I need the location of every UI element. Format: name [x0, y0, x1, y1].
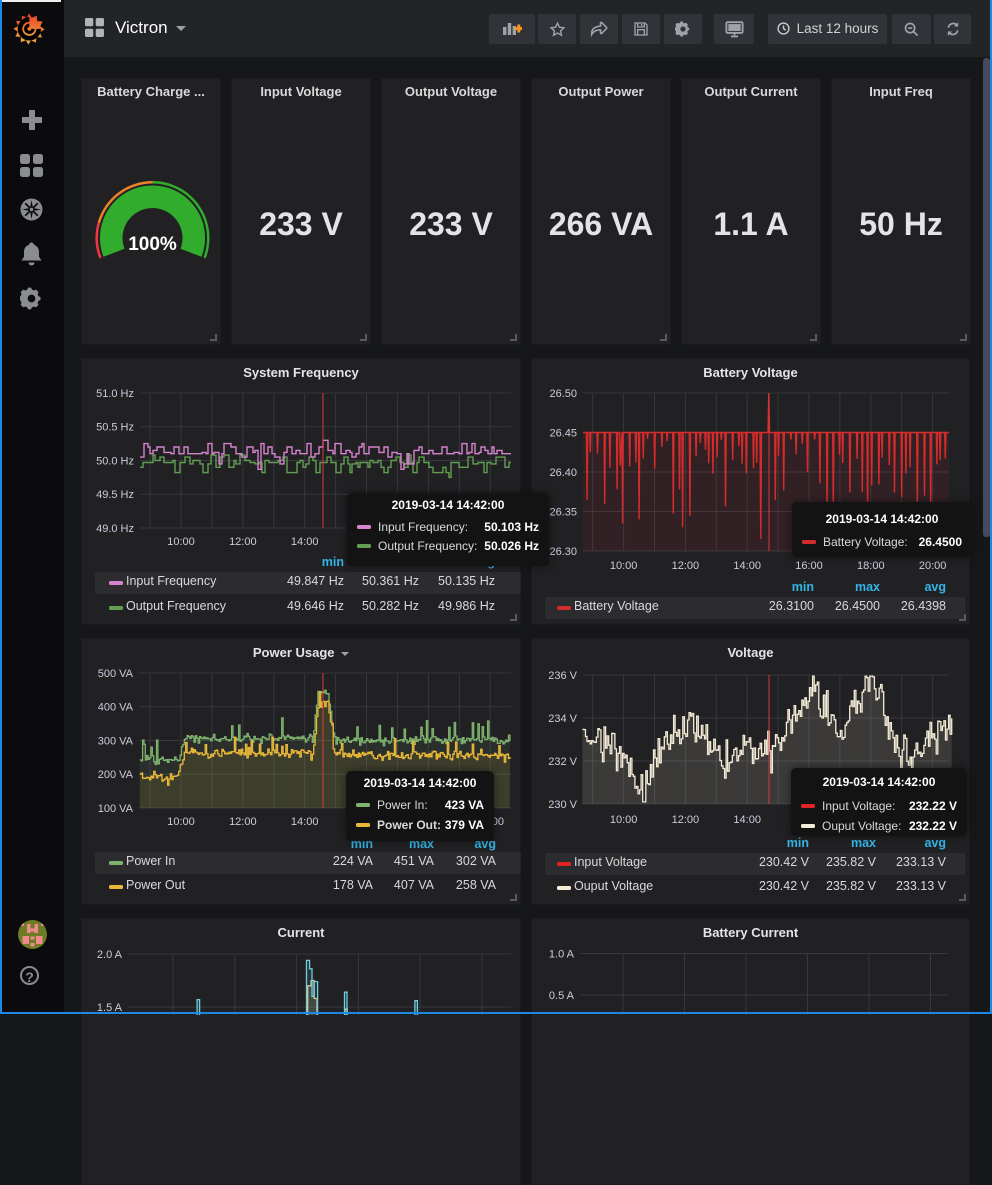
svg-text:10:00: 10:00	[610, 814, 638, 826]
svg-text:100 VA: 100 VA	[98, 803, 134, 815]
svg-text:230 V: 230 V	[548, 799, 577, 811]
svg-text:26.50: 26.50	[549, 388, 577, 400]
svg-text:300 VA: 300 VA	[98, 735, 134, 747]
svg-text:51.0 Hz: 51.0 Hz	[96, 388, 134, 400]
svg-text:232 V: 232 V	[548, 756, 577, 768]
svg-text:500 VA: 500 VA	[98, 668, 134, 680]
svg-text:49.5 Hz: 49.5 Hz	[96, 489, 134, 501]
svg-text:18:00: 18:00	[857, 560, 885, 572]
svg-text:10:00: 10:00	[167, 536, 195, 548]
svg-text:0.5 A: 0.5 A	[549, 990, 575, 1002]
svg-text:12:00: 12:00	[229, 536, 257, 548]
svg-text:26.30: 26.30	[549, 546, 577, 558]
svg-text:200 VA: 200 VA	[98, 769, 134, 781]
svg-text:14:00: 14:00	[291, 536, 319, 548]
svg-text:12:00: 12:00	[672, 560, 700, 572]
svg-text:12:00: 12:00	[229, 816, 257, 828]
svg-text:2.0 A: 2.0 A	[97, 949, 123, 961]
svg-text:14:00: 14:00	[733, 560, 761, 572]
svg-text:50.5 Hz: 50.5 Hz	[96, 422, 134, 434]
svg-text:100%: 100%	[128, 234, 177, 255]
svg-text:12:00: 12:00	[672, 814, 700, 826]
svg-text:1.0 A: 1.0 A	[549, 948, 575, 960]
svg-text:14:00: 14:00	[733, 814, 761, 826]
svg-text:49.0 Hz: 49.0 Hz	[96, 523, 134, 535]
svg-text:10:00: 10:00	[167, 816, 195, 828]
svg-text:26.35: 26.35	[549, 506, 577, 518]
svg-text:236 V: 236 V	[548, 670, 577, 682]
svg-text:14:00: 14:00	[291, 816, 319, 828]
svg-text:10:00: 10:00	[610, 560, 638, 572]
svg-text:26.40: 26.40	[549, 467, 577, 479]
svg-text:16:00: 16:00	[795, 560, 823, 572]
svg-text:20:00: 20:00	[919, 560, 947, 572]
svg-text:50.0 Hz: 50.0 Hz	[96, 455, 134, 467]
svg-text:400 VA: 400 VA	[98, 702, 134, 714]
svg-text:234 V: 234 V	[548, 713, 577, 725]
svg-text:26.45: 26.45	[549, 427, 577, 439]
